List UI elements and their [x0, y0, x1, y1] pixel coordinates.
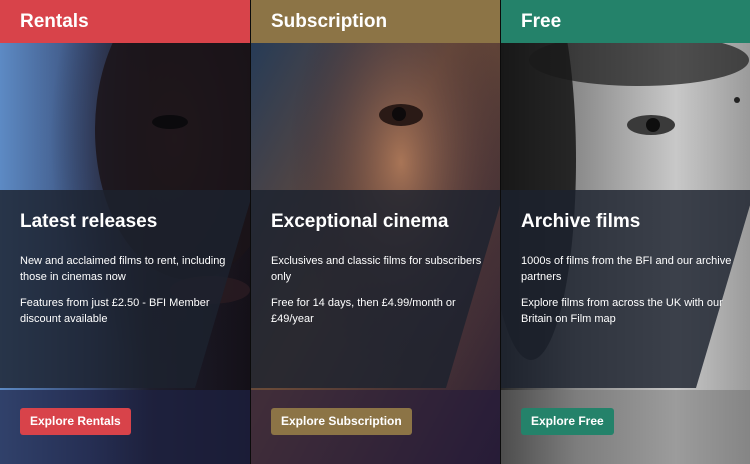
rentals-pricing-detail: Features from just £2.50 - BFI Member di… [20, 297, 210, 325]
rentals-panel[interactable]: Rentals Latest releases New and acclaime… [0, 0, 250, 464]
product-panels: Rentals Latest releases New and acclaime… [0, 0, 750, 464]
free-description: 1000s of films from the BFI and our arch… [521, 255, 732, 283]
subscription-pricing-detail: Free for 14 days, then £4.99/month or £4… [271, 297, 456, 325]
rentals-content: Latest releases New and acclaimed films … [20, 210, 240, 327]
explore-subscription-button[interactable]: Explore Subscription [271, 408, 412, 435]
explore-rentals-button[interactable]: Explore Rentals [20, 408, 131, 435]
subscription-tab-header[interactable]: Subscription [251, 0, 500, 43]
free-map-detail: Explore films from across the UK with ou… [521, 297, 723, 325]
rentals-description: New and acclaimed films to rent, includi… [20, 255, 226, 283]
subscription-content: Exceptional cinema Exclusives and classi… [271, 210, 491, 327]
free-panel[interactable]: Free Archive films 1000s of films from t… [500, 0, 750, 464]
subscription-description: Exclusives and classic films for subscri… [271, 255, 482, 283]
rentals-tab-header[interactable]: Rentals [0, 0, 250, 43]
subscription-title: Exceptional cinema [271, 211, 449, 232]
explore-free-button[interactable]: Explore Free [521, 408, 614, 435]
rentals-title: Latest releases [20, 211, 158, 232]
free-tab-header[interactable]: Free [501, 0, 750, 43]
subscription-panel[interactable]: Subscription Exceptional cinema Exclusiv… [250, 0, 500, 464]
free-content: Archive films 1000s of films from the BF… [521, 210, 741, 327]
free-title: Archive films [521, 211, 641, 232]
